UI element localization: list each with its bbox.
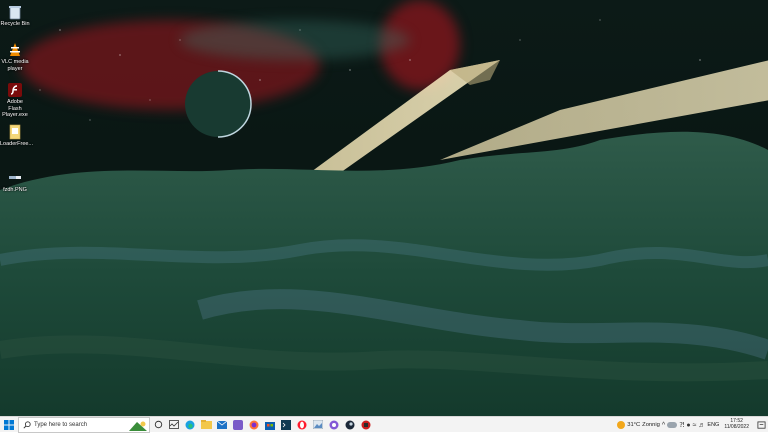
desktop-icon-label: fzdh.PNG bbox=[3, 187, 27, 193]
store-icon[interactable] bbox=[262, 417, 278, 433]
search-highlight-icon bbox=[129, 421, 147, 431]
photos-icon[interactable] bbox=[310, 417, 326, 433]
firefox-icon[interactable] bbox=[246, 417, 262, 433]
onedrive-icon[interactable] bbox=[667, 422, 678, 428]
opera-icon[interactable] bbox=[294, 417, 310, 433]
clock[interactable]: 17:52 11/08/2022 bbox=[721, 419, 752, 430]
recycle-bin-icon bbox=[9, 6, 21, 20]
task-manager-icon[interactable] bbox=[166, 417, 182, 433]
notification-center-button[interactable] bbox=[754, 417, 768, 433]
language-indicator[interactable]: ENG bbox=[707, 422, 719, 428]
desktop-icon-label: VLC media player bbox=[1, 59, 29, 72]
app-icon[interactable] bbox=[230, 417, 246, 433]
windows-logo-icon bbox=[4, 419, 14, 430]
weather-sun-icon[interactable] bbox=[617, 421, 626, 429]
desktop-icon-label: LoaderFree... bbox=[0, 141, 34, 147]
taskbar-search-box[interactable]: Type here to search bbox=[18, 416, 150, 433]
system-tray: 31°C Zonnig ^ ⁈ ● ≈ ♬ ENG 17:52 11/08/20… bbox=[617, 417, 768, 433]
search-icon bbox=[23, 420, 31, 429]
volume-icon[interactable]: ♬ bbox=[698, 422, 705, 429]
app-red-icon[interactable] bbox=[358, 417, 374, 433]
start-button[interactable] bbox=[0, 417, 18, 433]
flash-player-icon bbox=[8, 83, 22, 97]
file-explorer-icon[interactable] bbox=[198, 417, 214, 433]
search-highlight-image bbox=[127, 419, 149, 431]
edge-icon[interactable] bbox=[182, 417, 198, 433]
desktop-icon-recycle-bin[interactable]: Recycle Bin bbox=[0, 4, 30, 28]
mountain-terrain bbox=[0, 131, 768, 416]
notification-icon bbox=[756, 420, 766, 429]
task-view-icon[interactable] bbox=[150, 417, 166, 433]
wifi-icon[interactable]: ≈ bbox=[693, 422, 697, 429]
taskbar: Type here to search 31°C Zonnig ^ ⁈ ● ≈ … bbox=[0, 416, 768, 433]
snipping-tool-icon[interactable] bbox=[326, 417, 342, 433]
search-placeholder: Type here to search bbox=[34, 421, 88, 428]
chevron-up-icon[interactable]: ^ bbox=[662, 422, 665, 429]
desktop-wallpaper bbox=[0, 0, 768, 416]
file-icon bbox=[9, 124, 21, 140]
weather-temp[interactable]: 31°C bbox=[627, 422, 640, 428]
clock-date: 11/08/2022 bbox=[724, 424, 749, 430]
terminal-icon[interactable] bbox=[278, 417, 294, 433]
desktop-icon-loaderfree[interactable]: LoaderFree... bbox=[0, 124, 34, 148]
desktop-icon-label: Adobe Flash Player.exe bbox=[2, 99, 28, 118]
vlc-cone-icon bbox=[10, 43, 20, 56]
mail-icon[interactable] bbox=[214, 417, 230, 433]
desktop-icon-label: Recycle Bin bbox=[0, 21, 30, 27]
bluetooth-icon[interactable]: ⁈ bbox=[679, 421, 684, 429]
weather-condition[interactable]: Zonnig bbox=[642, 422, 660, 428]
desktop-icon-fzdh[interactable]: fzdh.PNG bbox=[0, 170, 30, 194]
desktop-icon-flash-player[interactable]: Adobe Flash Player.exe bbox=[0, 82, 30, 119]
steam-icon[interactable] bbox=[342, 417, 358, 433]
microphone-icon[interactable]: ● bbox=[686, 422, 690, 429]
image-file-icon bbox=[9, 176, 21, 179]
desktop-icon-vlc[interactable]: VLC media player bbox=[0, 42, 30, 72]
